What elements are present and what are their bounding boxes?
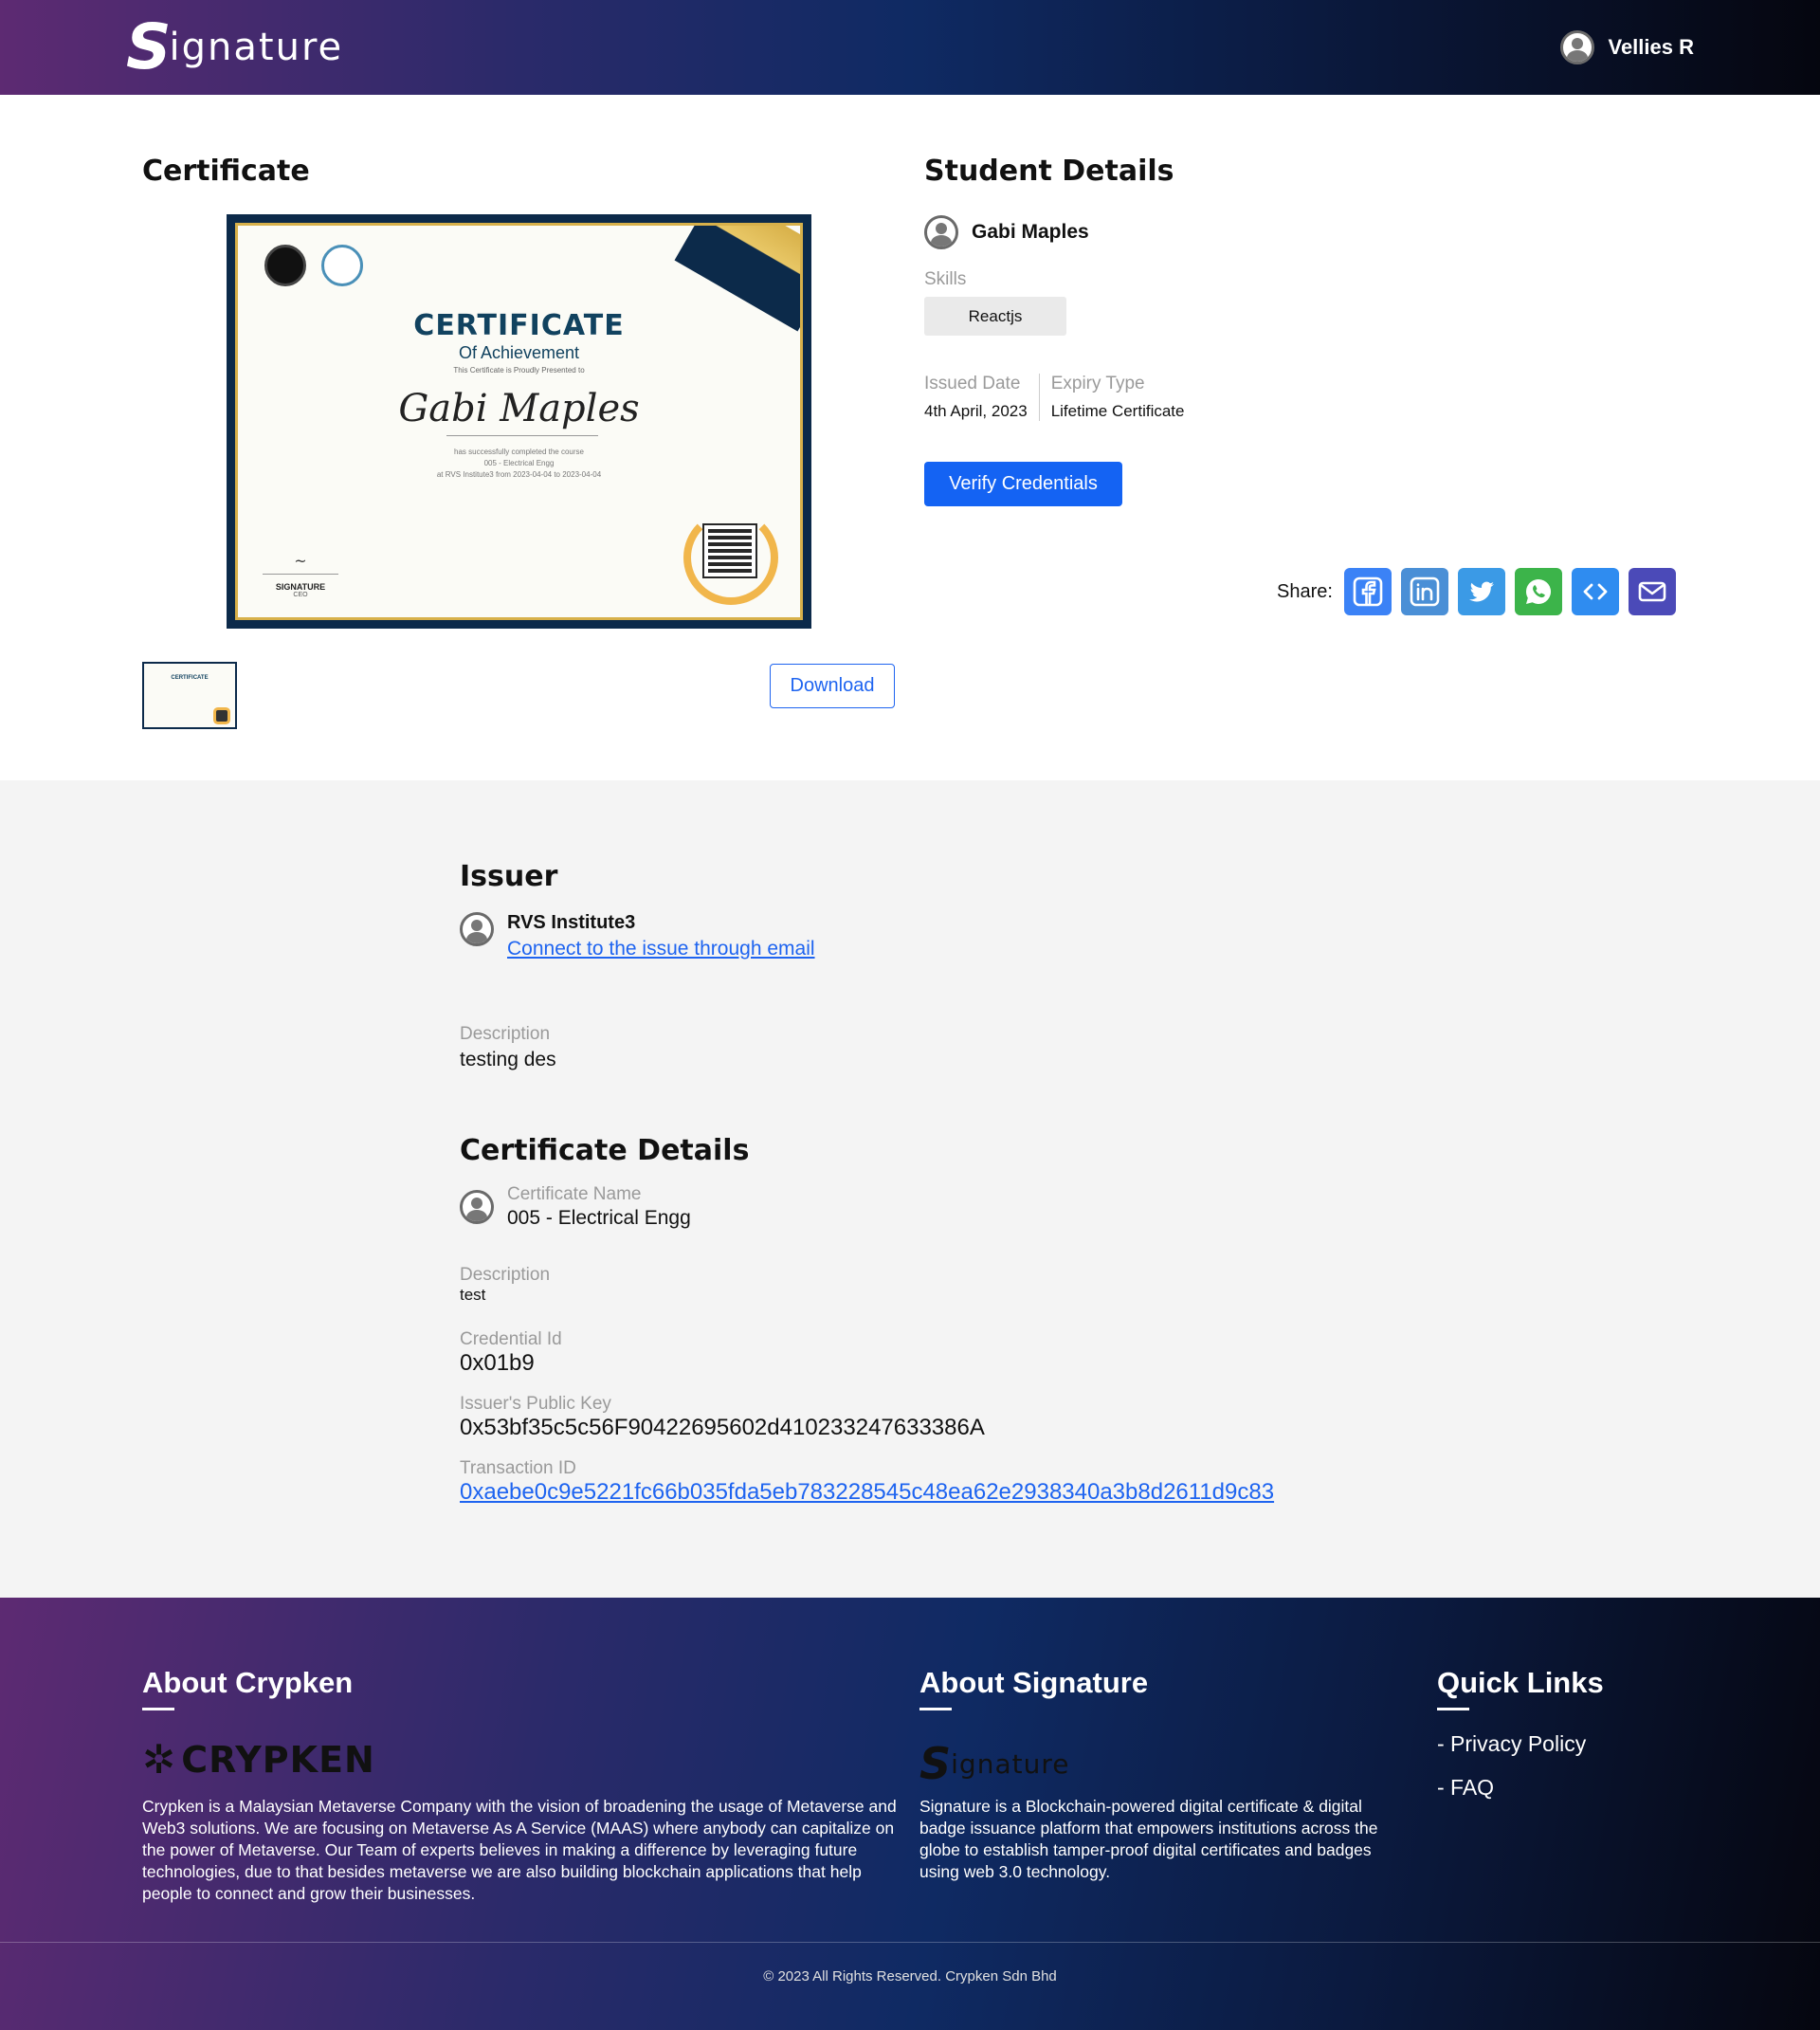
signature-name: SIGNATURE (275, 582, 326, 592)
certificate-heading: Certificate (142, 155, 310, 188)
qr-code-icon (702, 523, 757, 578)
issuer-info: RVS Institute3 Connect to the issue thro… (460, 912, 815, 960)
certificate-completed-line: has successfully completed the course (454, 448, 584, 456)
transaction-id-label: Transaction ID (460, 1458, 576, 1478)
transaction-id-field: Transaction ID 0xaebe0c9e5221fc66b035fda… (460, 1458, 1274, 1506)
certificate-description-field: Description test (460, 1265, 550, 1305)
signature-scribble: ~ (263, 552, 338, 575)
certificate-description: test (460, 1286, 486, 1304)
whatsapp-share-icon[interactable] (1514, 568, 1562, 615)
about-signature-heading: About Signature (919, 1666, 1149, 1710)
certificate-preview[interactable]: CERTIFICATE Of Achievement This Certific… (227, 214, 811, 629)
certificate-recipient: Gabi Maples (398, 387, 640, 430)
expiry-type-value: Lifetime Certificate (1050, 402, 1185, 420)
embed-code-icon[interactable] (1571, 568, 1619, 615)
expiry-type-label: Expiry Type (1050, 374, 1145, 393)
credential-id: 0x01b9 (460, 1350, 535, 1376)
credential-id-label: Credential Id (460, 1329, 562, 1349)
quick-links-heading: Quick Links (1437, 1666, 1604, 1710)
user-avatar-icon (1560, 30, 1595, 64)
premium-quality-badge-icon (321, 245, 363, 286)
verify-credentials-button[interactable]: Verify Credentials (924, 462, 1122, 506)
share-label: Share: (1277, 580, 1333, 602)
certificate-presented-to: This Certificate is Proudly Presented to (453, 366, 585, 375)
crypken-wordmark: CRYPKEN (181, 1739, 375, 1781)
logo-wordmark: ignature (169, 26, 344, 69)
twitter-share-icon[interactable] (1457, 568, 1505, 615)
certificate-thumbnail[interactable]: CERTIFICATE (142, 662, 237, 729)
thumbnail-qr-icon (216, 710, 228, 722)
certificate-details-heading: Certificate Details (460, 1134, 750, 1167)
issued-date-label: Issued Date (924, 374, 1021, 393)
share-bar: Share: (1277, 568, 1676, 615)
crypken-logo: ✲ CRYPKEN (142, 1739, 375, 1781)
footer-divider (0, 1942, 1820, 1943)
download-button[interactable]: Download (770, 664, 895, 708)
recipient-underline (446, 435, 598, 436)
footer-logo-s-mark: S (919, 1738, 952, 1789)
issuer-description-label: Description (460, 1024, 551, 1044)
credential-id-field: Credential Id 0x01b9 (460, 1329, 562, 1377)
certificate-canvas: CERTIFICATE Of Achievement This Certific… (235, 223, 803, 620)
about-crypken-text: Crypken is a Malaysian Metaverse Company… (142, 1797, 897, 1903)
crypken-mark-icon: ✲ (142, 1737, 176, 1782)
thumbnail-heading: CERTIFICATE (171, 675, 209, 681)
facebook-share-icon[interactable] (1343, 568, 1392, 615)
certificate-heading-text: CERTIFICATE (413, 309, 625, 342)
certificate-subheading: Of Achievement (458, 343, 580, 362)
issue-expiry-info: Issued Date 4th April, 2023 Expiry Type … (924, 374, 1195, 421)
linkedin-share-icon[interactable] (1400, 568, 1448, 615)
logo-s-mark: S (126, 10, 172, 83)
issued-date-block: Issued Date 4th April, 2023 (924, 374, 1039, 421)
certificate-name-row: Certificate Name 005 - Electrical Engg (460, 1184, 691, 1230)
public-key-field: Issuer's Public Key 0x53bf35c5c56F904226… (460, 1394, 985, 1441)
footer-signature-logo: S ignature (919, 1738, 1069, 1789)
skills-label: Skills (924, 269, 967, 289)
skill-chip: Reactjs (924, 297, 1066, 336)
signature-logo[interactable]: S ignature (126, 16, 343, 79)
student-details-heading: Student Details (924, 155, 1174, 188)
footer-logo-wordmark: ignature (951, 1747, 1070, 1780)
email-share-icon[interactable] (1628, 568, 1676, 615)
issuer-name: RVS Institute3 (507, 912, 636, 933)
expiry-type-block: Expiry Type Lifetime Certificate (1038, 374, 1196, 421)
about-signature-text: Signature is a Blockchain-powered digita… (919, 1797, 1378, 1881)
certificate-dates-line: at RVS Institute3 from 2023-04-04 to 202… (436, 470, 602, 479)
student-avatar-icon (924, 215, 958, 249)
certificate-avatar-icon (460, 1190, 494, 1224)
student-name: Gabi Maples (972, 221, 1089, 243)
faq-link[interactable]: - FAQ (1437, 1775, 1494, 1801)
certificate-name: 005 - Electrical Engg (507, 1207, 691, 1229)
certificate-name-label: Certificate Name (507, 1184, 642, 1204)
certificate-course-line: 005 - Electrical Engg (483, 459, 555, 467)
user-menu[interactable]: Vellies R (1560, 30, 1694, 64)
user-name: Vellies R (1608, 35, 1694, 59)
student-identity: Gabi Maples (924, 215, 1089, 249)
about-crypken-heading: About Crypken (142, 1666, 354, 1710)
top-header: S ignature Vellies R (0, 0, 1820, 95)
signature-block: ~ SIGNATURE CEO (263, 552, 338, 598)
issuer-heading: Issuer (460, 860, 558, 893)
privacy-policy-link[interactable]: - Privacy Policy (1437, 1731, 1586, 1757)
copyright: © 2023 All Rights Reserved. Crypken Sdn … (763, 1968, 1057, 1984)
signature-role: CEO (293, 592, 308, 598)
transaction-id-link[interactable]: 0xaebe0c9e5221fc66b035fda5eb783228545c48… (460, 1479, 1274, 1505)
public-key-label: Issuer's Public Key (460, 1394, 611, 1414)
certificate-description-label: Description (460, 1265, 551, 1285)
issuer-description: testing des (460, 1049, 556, 1070)
public-key: 0x53bf35c5c56F90422695602d41023324763338… (460, 1415, 985, 1440)
issuer-email-link[interactable]: Connect to the issue through email (507, 938, 815, 960)
issued-date-value: 4th April, 2023 (924, 402, 1028, 420)
institution-seal-icon (264, 245, 306, 286)
issuer-avatar-icon (460, 912, 494, 946)
